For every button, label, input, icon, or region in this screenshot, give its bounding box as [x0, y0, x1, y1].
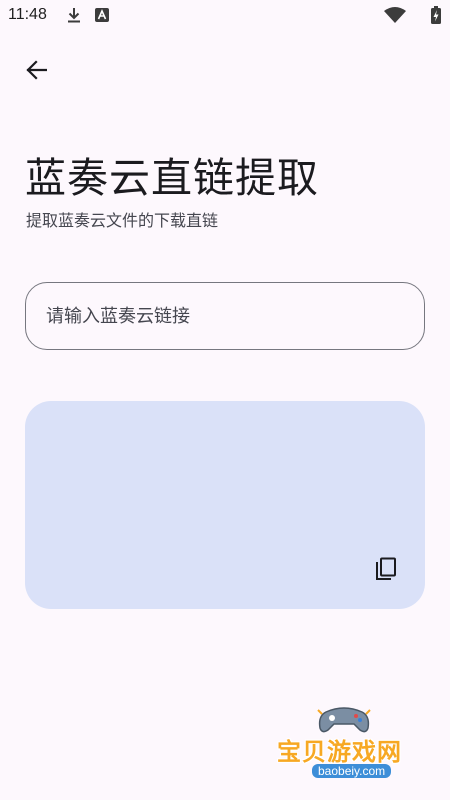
link-input[interactable] — [25, 282, 425, 350]
wifi-icon — [384, 7, 406, 23]
app-screen: 11:48 蓝奏云直链提取 提取蓝奏云文件的下载直链 请输入蓝奏云链接 宝贝游戏… — [0, 0, 450, 800]
back-button[interactable] — [16, 50, 56, 90]
copy-icon — [376, 557, 396, 580]
watermark-logo: 宝贝游戏网 baobeiy.com — [272, 700, 422, 800]
watermark-url: baobeiy.com — [312, 764, 392, 778]
download-icon — [68, 8, 80, 23]
page-title: 蓝奏云直链提取 — [25, 154, 319, 202]
arrow-back-icon — [26, 60, 47, 80]
result-card — [25, 401, 425, 609]
page-subtitle: 提取蓝奏云文件的下载直链 — [26, 211, 219, 230]
status-bar: 11:48 — [0, 0, 450, 32]
copy-button[interactable] — [370, 553, 402, 585]
status-time: 11:48 — [8, 6, 47, 23]
game-controller-icon — [317, 707, 371, 733]
battery-charging-icon — [431, 6, 441, 24]
watermark-text: 宝贝游戏网 — [277, 738, 402, 766]
app-notification-icon — [95, 8, 109, 22]
